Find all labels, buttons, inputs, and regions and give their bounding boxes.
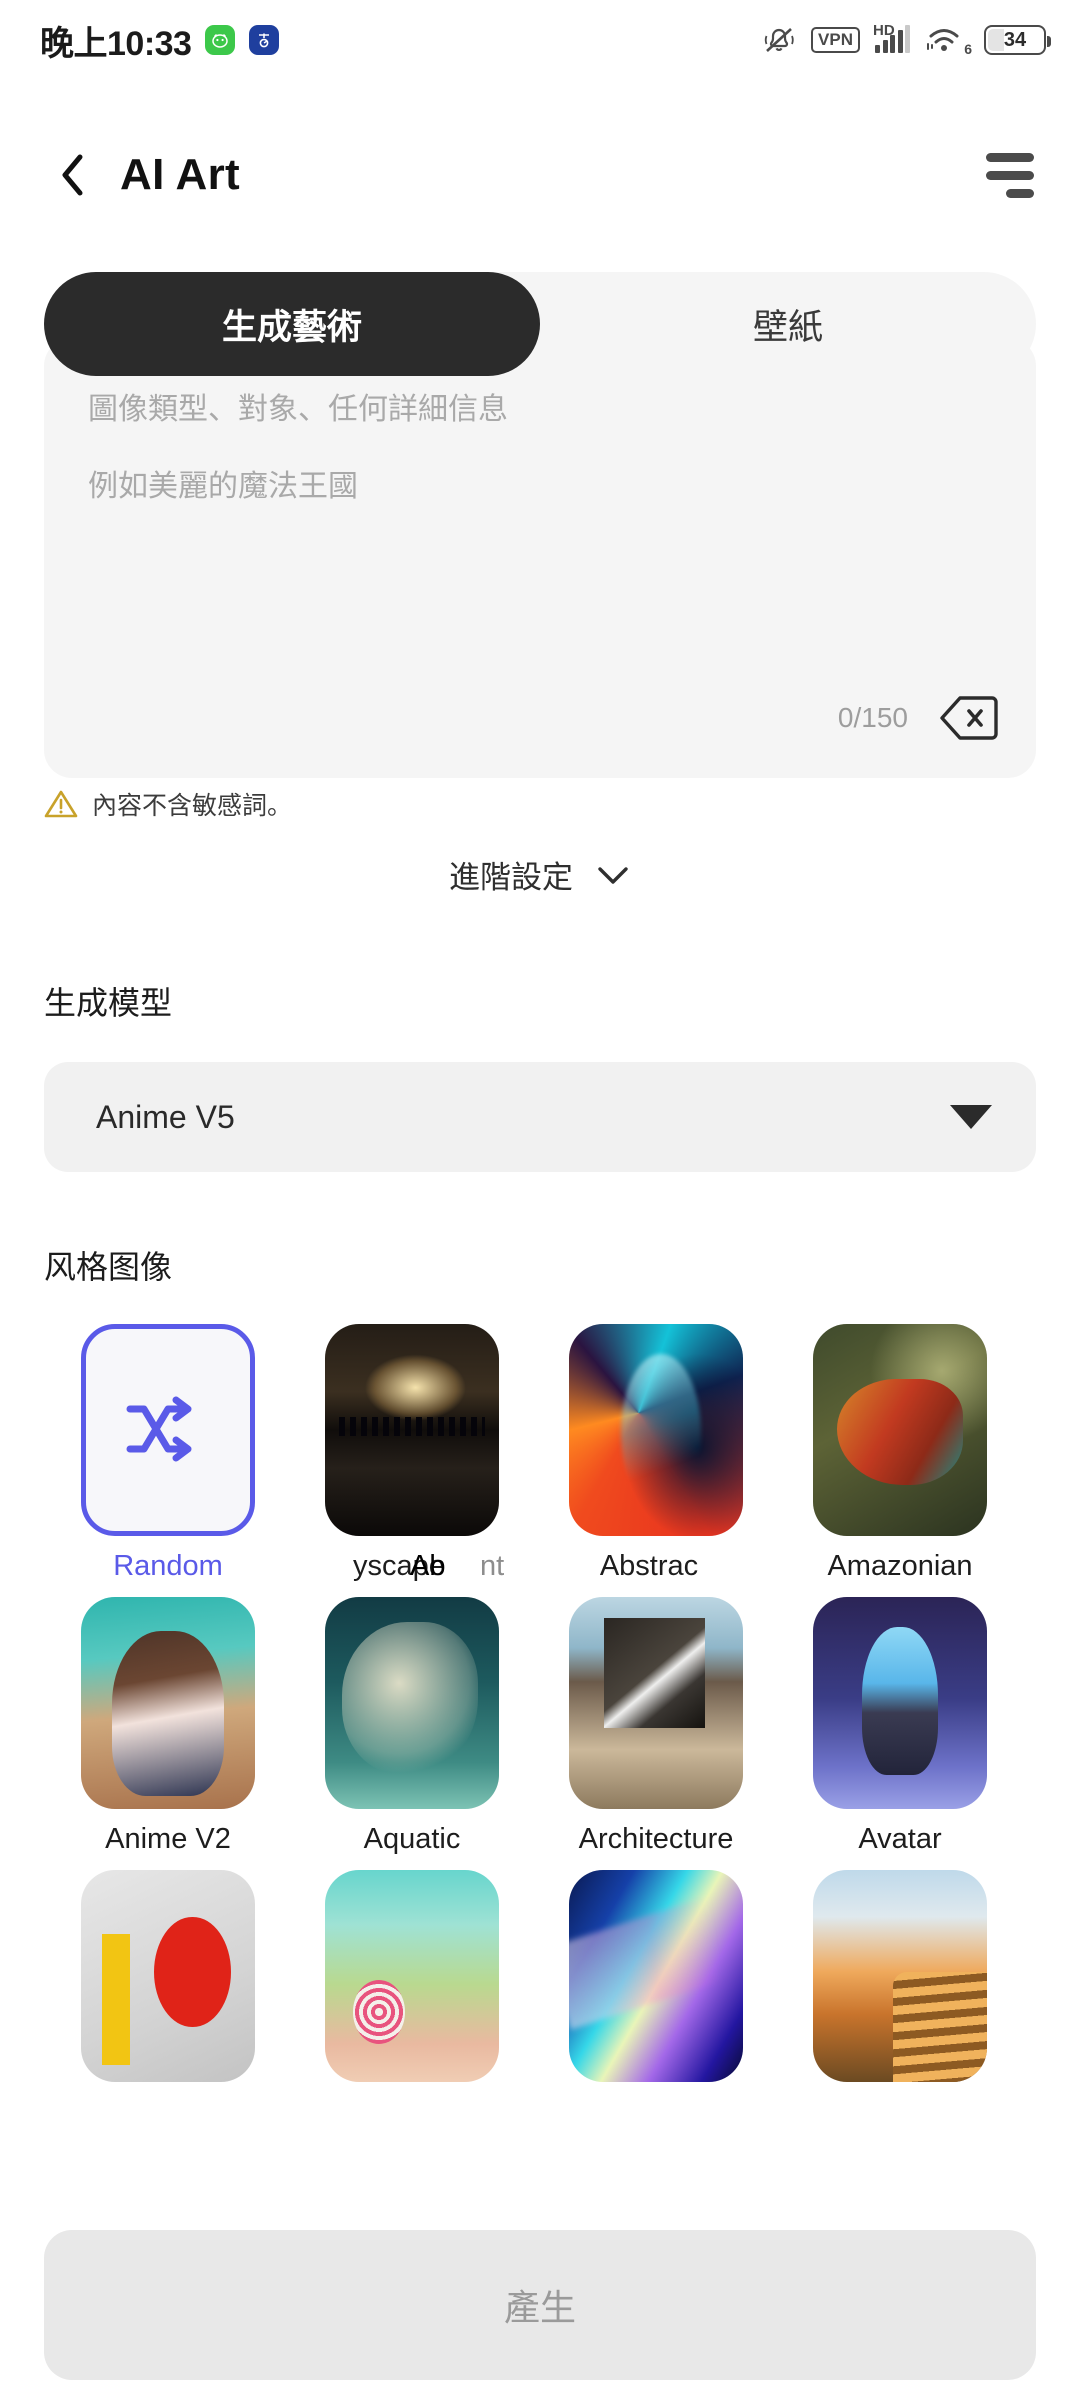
battery-fill — [988, 29, 1004, 51]
style-cell-holographic[interactable] — [538, 1870, 774, 2082]
avatar-artwork — [813, 1597, 987, 1809]
silent-bell-icon — [764, 28, 794, 52]
style-cell-random[interactable]: Random — [50, 1324, 286, 1583]
style-thumb-amazonian — [813, 1324, 987, 1536]
style-section-label: 风格图像 — [44, 1249, 173, 1285]
battery-level-label: 34 — [1003, 28, 1027, 51]
hd-label: HD — [873, 22, 895, 39]
holographic-artwork — [569, 1870, 743, 2082]
caret-down-icon — [950, 1105, 992, 1129]
character-counter: 0/150 — [837, 702, 908, 733]
generate-button[interactable]: 產生 — [44, 2230, 1036, 2380]
sensitive-word-warning: 內容不含敏感詞。 — [44, 786, 292, 822]
vpn-indicator: VPN — [811, 27, 860, 53]
style-thumb-architecture — [569, 1597, 743, 1809]
style-thumb-anime-v2 — [81, 1597, 255, 1809]
style-cell-bauhaus[interactable] — [50, 1870, 286, 2082]
green-app-icon — [205, 25, 236, 55]
style-cell-aquatic[interactable]: Aquatic — [294, 1597, 530, 1856]
cityscape-artwork — [325, 1324, 499, 1536]
architecture-artwork — [569, 1597, 743, 1809]
chevron-down-icon — [598, 866, 628, 884]
backspace-icon[interactable] — [938, 694, 998, 742]
style-cell-canyon[interactable] — [782, 1870, 1018, 2082]
hd-signal-indicator: HD — [873, 22, 910, 53]
ai-art-screen: 晚上10:33 VPN HD 6 34 AI Art 圖像類型、對象、任何詳細信… — [0, 0, 1080, 2400]
style-thumb-candy — [325, 1870, 499, 2082]
style-label-architecture: Architecture — [578, 1823, 734, 1855]
style-thumb-holographic — [569, 1870, 743, 2082]
model-select[interactable]: Anime V5 — [44, 1062, 1036, 1172]
prompt-footer: 0/150 — [838, 694, 998, 742]
style-thumb-abstract — [569, 1324, 743, 1536]
tab-wallpaper[interactable]: 壁紙 — [540, 272, 1036, 376]
style-cell-candy[interactable] — [294, 1870, 530, 2082]
tab-generate-art[interactable]: 生成藝術 — [44, 272, 540, 376]
model-selected-value: Anime V5 — [96, 1098, 235, 1135]
style-thumb-canyon — [813, 1870, 987, 2082]
wifi-generation-label: 6 — [964, 41, 972, 57]
battery-indicator: 34 — [984, 25, 1051, 55]
style-thumb-bauhaus — [81, 1870, 255, 2082]
style-cell-cityscape[interactable]: yscape — [294, 1324, 530, 1583]
aquatic-artwork — [325, 1597, 499, 1809]
prompt-input-area[interactable]: 圖像類型、對象、任何詳細信息 例如美麗的魔法王國 0/150 — [44, 338, 1036, 778]
status-clock: 晚上10:33 — [40, 24, 192, 63]
status-bar: 晚上10:33 VPN HD 6 34 — [0, 0, 1080, 80]
menu-line-1 — [986, 152, 1034, 162]
candy-artwork — [325, 1870, 499, 2082]
row1-transient-labels: Ab nt — [50, 1550, 1030, 1600]
model-section-label: 生成模型 — [44, 985, 173, 1021]
shuffle-icon — [126, 1396, 192, 1462]
warning-text: 內容不含敏感詞。 — [92, 792, 293, 820]
mode-tab-bar: 生成藝術 壁紙 — [44, 272, 1036, 376]
style-thumb-cityscape — [325, 1324, 499, 1536]
amazonian-artwork — [813, 1324, 987, 1536]
bauhaus-artwork — [81, 1870, 255, 2082]
app-header: AI Art — [0, 120, 1080, 230]
advanced-settings-toggle[interactable]: 進階設定 — [0, 852, 1080, 897]
style-thumb-aquatic — [325, 1597, 499, 1809]
style-cell-abstract[interactable]: Abstrac — [538, 1324, 774, 1583]
advanced-settings-label: 進階設定 — [449, 860, 573, 895]
style-label-partial-ab: Ab — [410, 1550, 446, 1582]
anime-v2-artwork — [81, 1597, 255, 1809]
style-thumb-avatar — [813, 1597, 987, 1809]
wifi-icon — [927, 29, 959, 51]
menu-line-2 — [986, 170, 1034, 180]
generate-button-label: 產生 — [503, 2287, 576, 2328]
prompt-placeholder-line-2: 例如美麗的魔法王國 — [88, 470, 358, 503]
back-chevron-icon — [62, 154, 83, 196]
cat-face-glyph — [212, 33, 229, 48]
style-image-grid: Random yscape Abstrac Amazonian Anime V2… — [50, 1324, 1030, 2096]
blue-app-glyph — [259, 33, 270, 48]
canyon-artwork — [813, 1870, 987, 2082]
status-bar-left: 晚上10:33 — [40, 16, 280, 65]
style-cell-amazonian[interactable]: Amazonian — [782, 1324, 1018, 1583]
style-label-aquatic: Aquatic — [363, 1823, 461, 1855]
header-left-group: AI Art — [56, 150, 240, 200]
wifi-indicator: 6 — [925, 25, 972, 57]
style-label-anime-v2: Anime V2 — [105, 1823, 231, 1855]
style-cell-avatar[interactable]: Avatar — [782, 1597, 1018, 1856]
style-label-partial-nt: nt — [480, 1550, 505, 1582]
page-title: AI Art — [120, 150, 240, 199]
abstract-artwork — [569, 1324, 743, 1536]
prompt-placeholder-line-1: 圖像類型、對象、任何詳細信息 — [88, 393, 508, 426]
back-button[interactable] — [56, 151, 90, 199]
blue-app-icon — [249, 25, 280, 55]
status-bar-right: VPN HD 6 34 — [762, 22, 1051, 57]
menu-line-3 — [1006, 188, 1034, 198]
warning-triangle-icon — [44, 790, 78, 818]
style-cell-anime-v2[interactable]: Anime V2 — [50, 1597, 286, 1856]
style-cell-architecture[interactable]: Architecture — [538, 1597, 774, 1856]
hamburger-menu-icon[interactable] — [974, 149, 1034, 201]
style-label-avatar: Avatar — [858, 1823, 942, 1855]
style-thumb-random — [81, 1324, 255, 1536]
